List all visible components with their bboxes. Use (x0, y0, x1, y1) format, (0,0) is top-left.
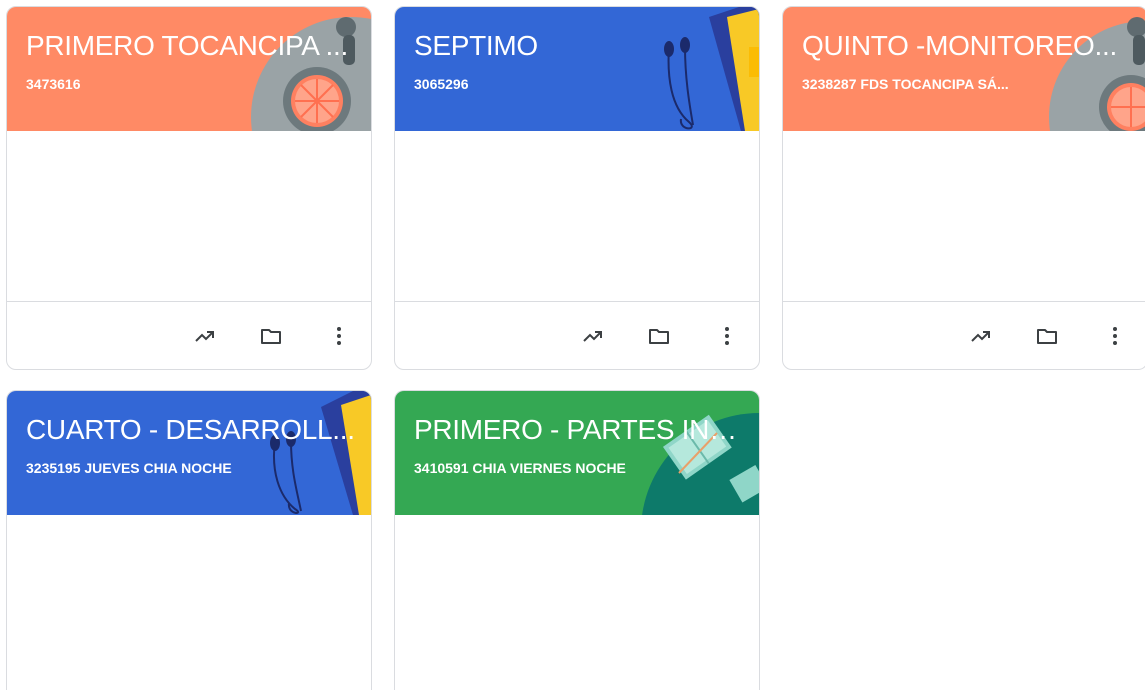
class-card[interactable]: CUARTO - DESARROLL... 3235195 JUEVES CHI… (6, 390, 372, 690)
class-section: 3235195 JUEVES CHIA NOCHE (26, 460, 232, 476)
card-header[interactable]: SEPTIMO 3065296 (395, 7, 759, 131)
trending-up-icon[interactable] (573, 316, 613, 356)
class-title[interactable]: SEPTIMO (414, 29, 744, 63)
open-books-illustration (642, 413, 759, 515)
class-card[interactable]: PRIMERO - PARTES INT... 3410591 CHIA VIE… (394, 390, 760, 690)
more-vert-icon[interactable] (319, 316, 359, 356)
book-headphones-illustration (270, 391, 371, 515)
class-section: 3238287 FDS TOCANCIPA SÁ... (802, 76, 1009, 92)
class-card[interactable]: QUINTO -MONITOREO... 3238287 FDS TOCANCI… (782, 6, 1145, 370)
more-vert-icon[interactable] (1095, 316, 1135, 356)
card-footer (7, 301, 371, 369)
folder-icon[interactable] (1027, 316, 1067, 356)
class-section: 3410591 CHIA VIERNES NOCHE (414, 460, 626, 476)
class-section: 3473616 (26, 76, 81, 92)
card-footer (783, 301, 1145, 369)
trending-up-icon[interactable] (961, 316, 1001, 356)
more-vert-icon[interactable] (707, 316, 747, 356)
card-header[interactable]: PRIMERO TOCANCIPA ... 3473616 (7, 7, 371, 131)
card-footer (395, 301, 759, 369)
lime-plate-illustration (251, 17, 371, 131)
class-title[interactable]: PRIMERO TOCANCIPA ... (26, 29, 356, 63)
trending-up-icon[interactable] (185, 316, 225, 356)
card-header[interactable]: CUARTO - DESARROLL... 3235195 JUEVES CHI… (7, 391, 371, 515)
class-title[interactable]: PRIMERO - PARTES INT... (414, 413, 744, 447)
class-section: 3065296 (414, 76, 469, 92)
class-card[interactable]: SEPTIMO 3065296 (394, 6, 760, 370)
card-header[interactable]: QUINTO -MONITOREO... 3238287 FDS TOCANCI… (783, 7, 1145, 131)
book-headphones-illustration (664, 7, 759, 131)
card-header[interactable]: PRIMERO - PARTES INT... 3410591 CHIA VIE… (395, 391, 759, 515)
lime-plate-illustration (1049, 17, 1145, 131)
class-card[interactable]: PRIMERO TOCANCIPA ... 3473616 (6, 6, 372, 370)
class-title[interactable]: QUINTO -MONITOREO... (802, 29, 1132, 63)
folder-icon[interactable] (639, 316, 679, 356)
class-title[interactable]: CUARTO - DESARROLL... (26, 413, 356, 447)
folder-icon[interactable] (251, 316, 291, 356)
